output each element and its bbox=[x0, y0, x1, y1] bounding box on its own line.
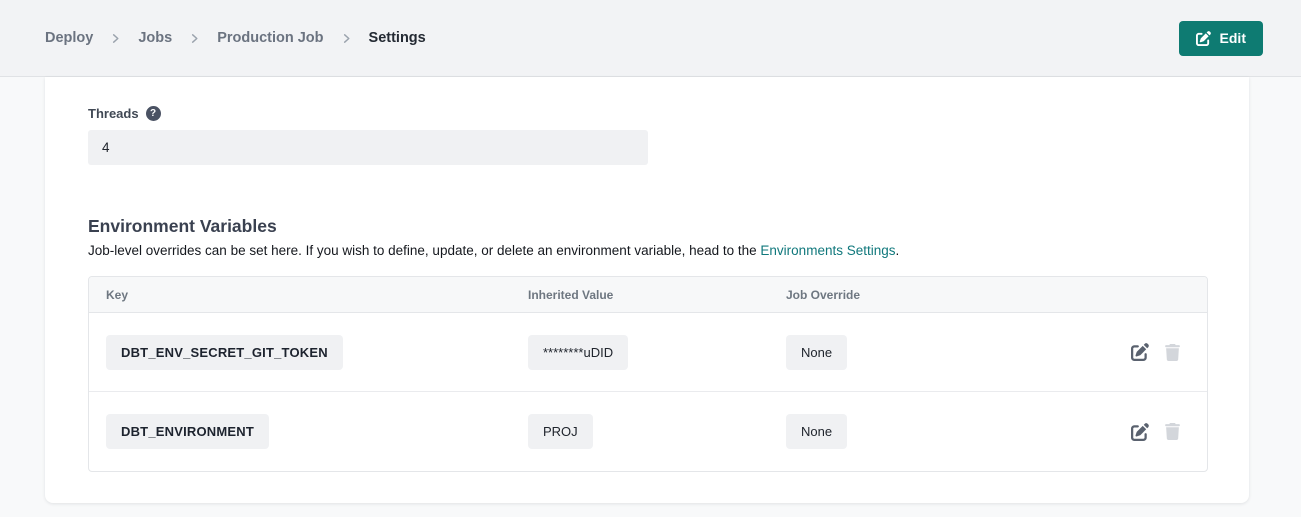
column-header-job-override: Job Override bbox=[786, 288, 1036, 302]
edit-button[interactable]: Edit bbox=[1179, 21, 1263, 56]
top-bar: Deploy Jobs Production Job Settings Edit bbox=[0, 0, 1301, 77]
chevron-right-icon bbox=[341, 33, 352, 44]
pen-square-icon bbox=[1196, 31, 1211, 46]
env-var-job-override: None bbox=[786, 335, 847, 370]
env-var-job-override: None bbox=[786, 414, 847, 449]
edit-button-label: Edit bbox=[1220, 30, 1246, 46]
env-var-inherited-value: PROJ bbox=[528, 414, 593, 449]
environments-settings-link[interactable]: Environments Settings bbox=[760, 243, 895, 258]
pen-square-icon bbox=[1131, 343, 1149, 361]
help-icon[interactable]: ? bbox=[146, 106, 161, 121]
row-edit-button[interactable] bbox=[1131, 343, 1149, 361]
breadcrumb-item-jobs[interactable]: Jobs bbox=[138, 30, 172, 46]
breadcrumb-item-production-job[interactable]: Production Job bbox=[217, 30, 323, 46]
threads-label: Threads bbox=[88, 106, 139, 121]
env-vars-description-text: Job-level overrides can be set here. If … bbox=[88, 243, 760, 258]
table-row: DBT_ENVIRONMENT PROJ None bbox=[89, 392, 1207, 471]
row-edit-button[interactable] bbox=[1131, 423, 1149, 441]
chevron-right-icon bbox=[189, 33, 200, 44]
column-header-key: Key bbox=[106, 288, 528, 302]
table-row: DBT_ENV_SECRET_GIT_TOKEN ********uDID No… bbox=[89, 313, 1207, 392]
chevron-right-icon bbox=[110, 33, 121, 44]
env-var-key: DBT_ENV_SECRET_GIT_TOKEN bbox=[106, 335, 343, 370]
row-delete-button[interactable] bbox=[1164, 423, 1181, 440]
settings-card: Threads ? Environment Variables Job-leve… bbox=[45, 77, 1249, 503]
pen-square-icon bbox=[1131, 423, 1149, 441]
env-vars-table: Key Inherited Value Job Override DBT_ENV… bbox=[88, 276, 1208, 472]
env-vars-description-period: . bbox=[896, 243, 900, 258]
row-delete-button[interactable] bbox=[1164, 344, 1181, 361]
table-header-row: Key Inherited Value Job Override bbox=[89, 277, 1207, 313]
threads-input[interactable] bbox=[88, 130, 648, 165]
breadcrumb: Deploy Jobs Production Job Settings bbox=[45, 30, 426, 46]
breadcrumb-item-settings: Settings bbox=[369, 30, 426, 46]
env-var-key: DBT_ENVIRONMENT bbox=[106, 414, 269, 449]
breadcrumb-item-deploy[interactable]: Deploy bbox=[45, 30, 93, 46]
trash-icon bbox=[1164, 344, 1181, 361]
env-vars-title: Environment Variables bbox=[88, 216, 1207, 237]
env-vars-description: Job-level overrides can be set here. If … bbox=[88, 243, 1207, 258]
env-var-inherited-value: ********uDID bbox=[528, 335, 628, 370]
column-header-inherited-value: Inherited Value bbox=[528, 288, 786, 302]
trash-icon bbox=[1164, 423, 1181, 440]
